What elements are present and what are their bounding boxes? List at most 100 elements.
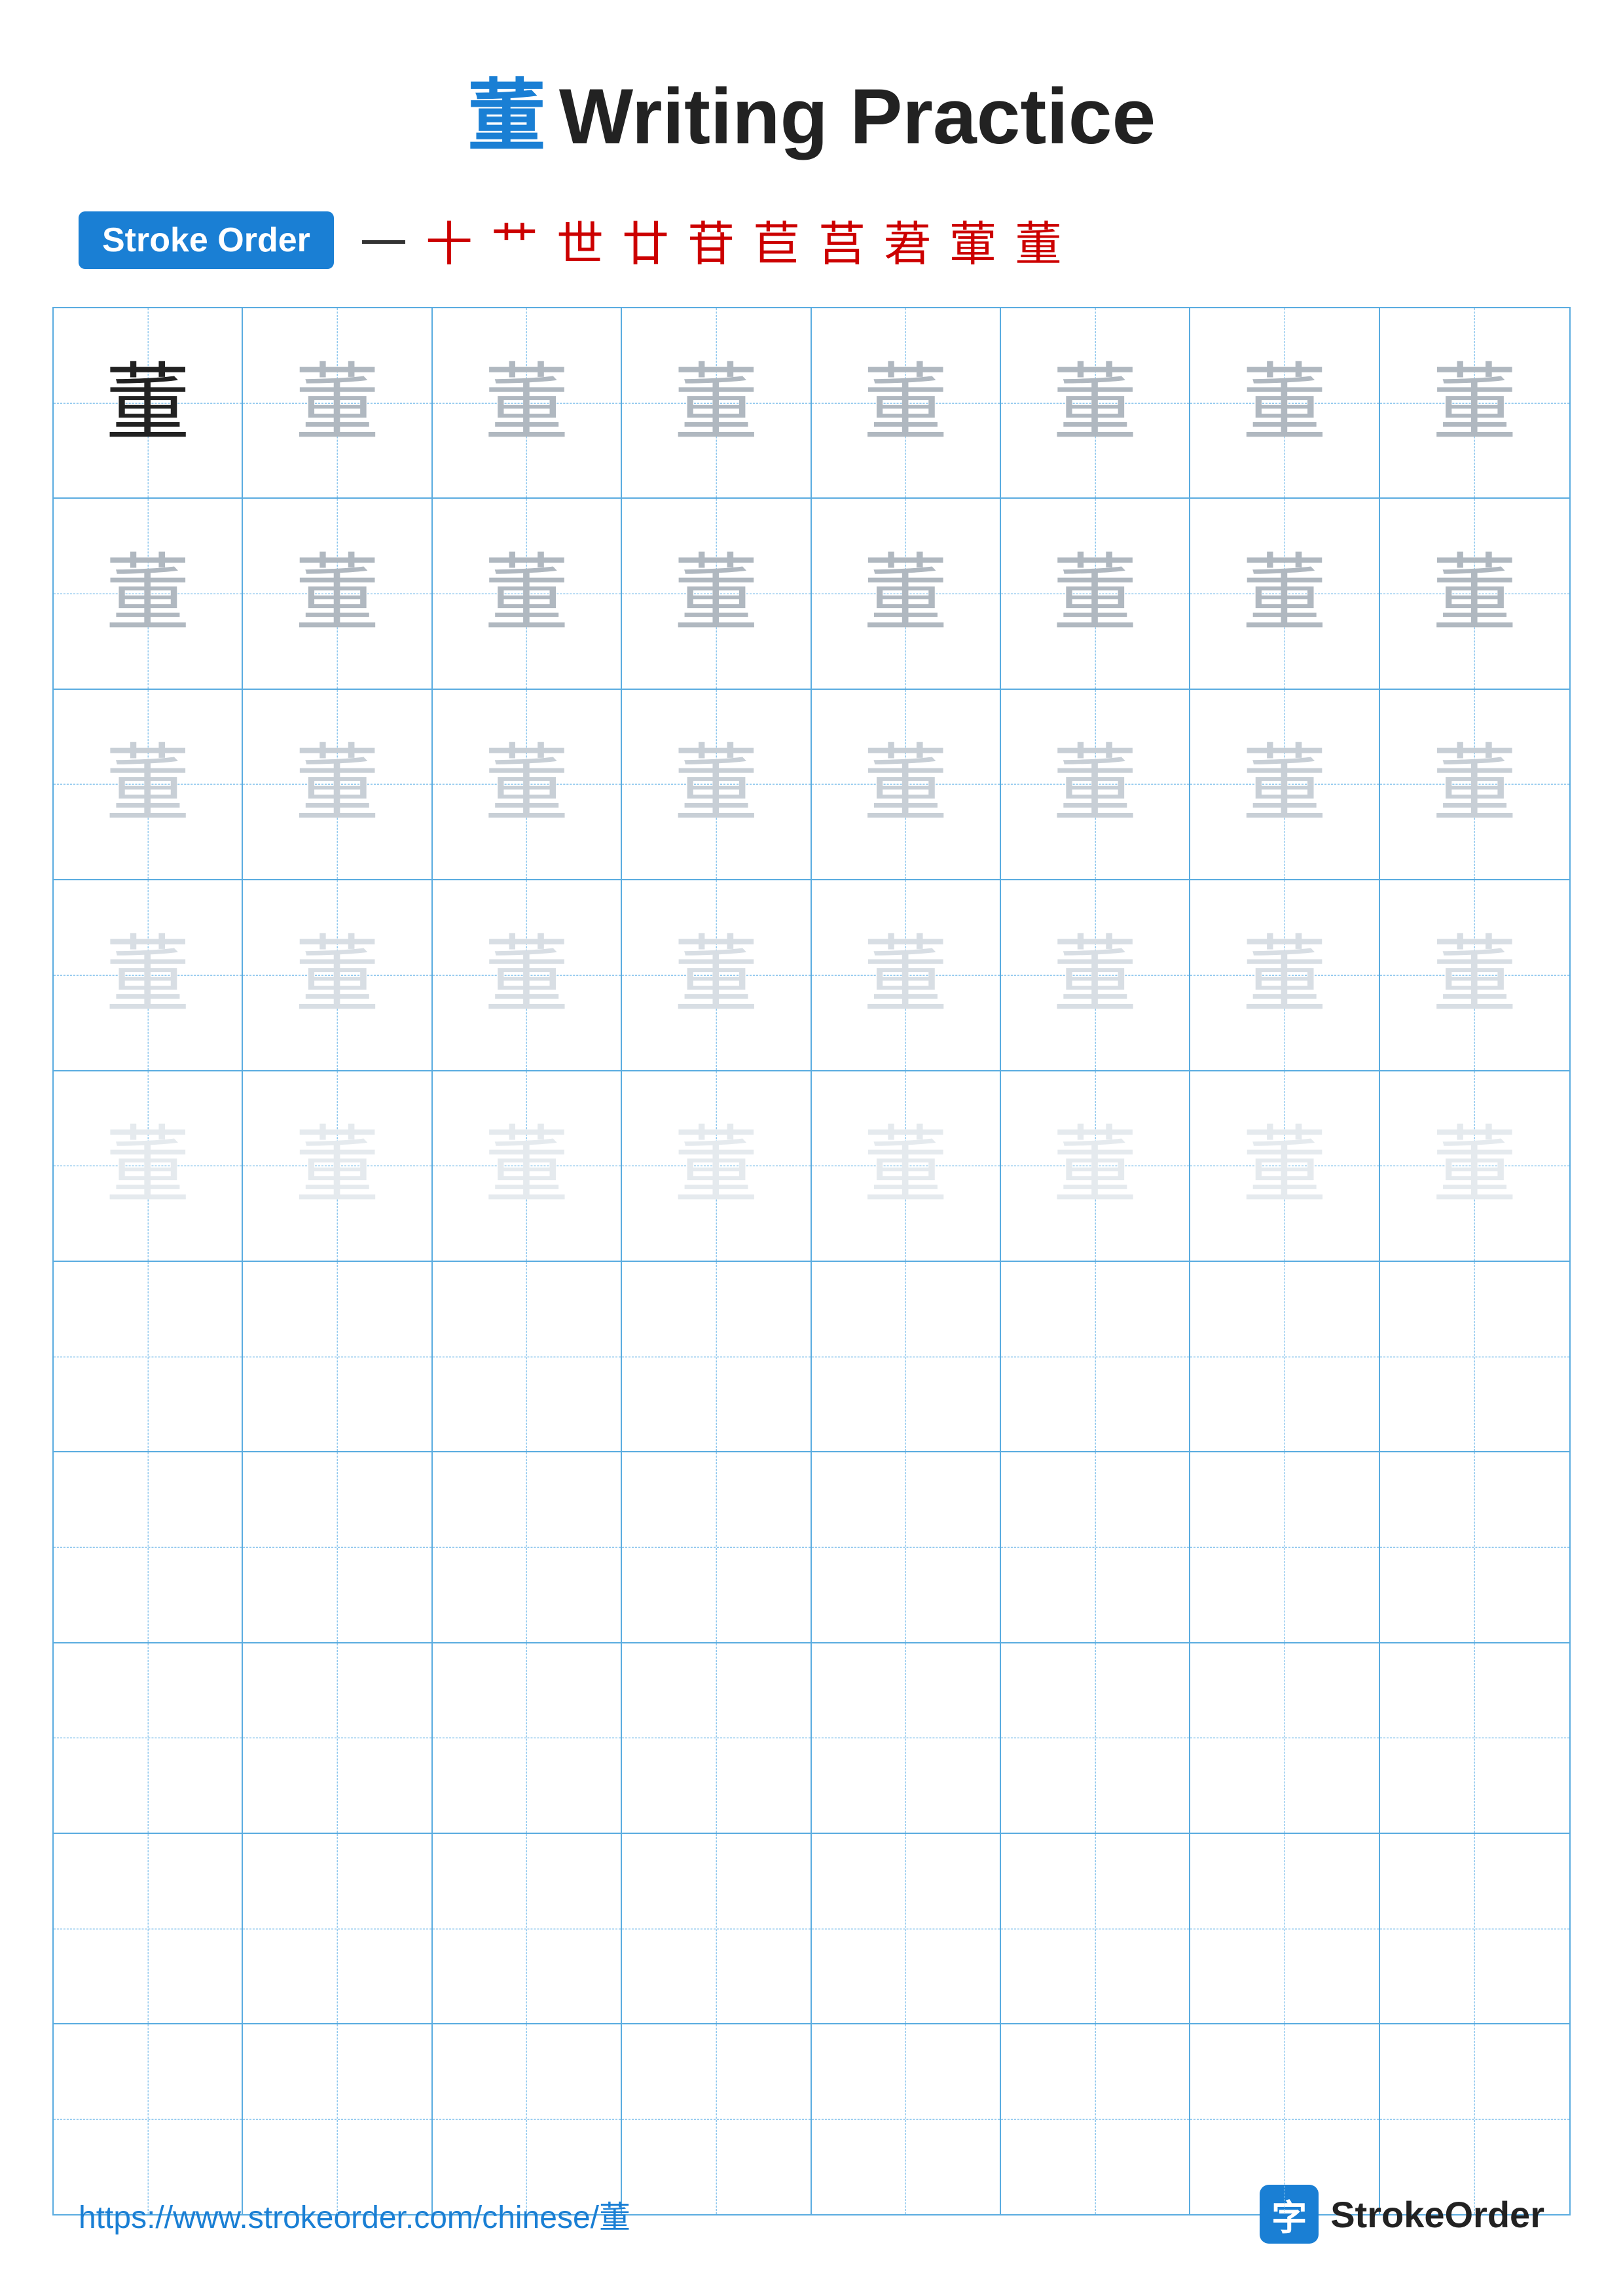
- grid-cell[interactable]: [812, 1262, 1001, 1451]
- grid-cell[interactable]: 董: [54, 308, 243, 497]
- stroke-order-badge: Stroke Order: [79, 211, 334, 269]
- grid-cell[interactable]: [1380, 1262, 1569, 1451]
- grid-cell[interactable]: [1190, 1452, 1379, 1641]
- grid-cell[interactable]: 董: [433, 690, 622, 879]
- practice-char: 董: [1053, 551, 1138, 636]
- grid-cell[interactable]: 董: [812, 1071, 1001, 1261]
- practice-char: 董: [1242, 1123, 1327, 1208]
- grid-cell[interactable]: [243, 1834, 432, 2023]
- practice-char: 董: [484, 551, 569, 636]
- grid-cell[interactable]: 董: [1001, 690, 1190, 879]
- grid-cell[interactable]: 董: [1380, 499, 1569, 688]
- grid-cell[interactable]: [243, 1643, 432, 1833]
- practice-char: 董: [863, 933, 948, 1018]
- grid-cell[interactable]: 董: [622, 499, 811, 688]
- grid-cell[interactable]: 董: [1380, 1071, 1569, 1261]
- grid-cell[interactable]: 董: [1001, 499, 1190, 688]
- stroke-10: 葷: [949, 206, 996, 274]
- footer: https://www.strokeorder.com/chinese/董 字 …: [0, 2185, 1623, 2244]
- grid-cell[interactable]: 董: [243, 1071, 432, 1261]
- stroke-5: 廿: [622, 206, 669, 274]
- grid-cell[interactable]: 董: [433, 1071, 622, 1261]
- grid-cell[interactable]: [243, 1452, 432, 1641]
- grid-cell[interactable]: [1380, 1452, 1569, 1641]
- grid-cell[interactable]: [622, 1262, 811, 1451]
- practice-char: 董: [674, 1123, 759, 1208]
- grid-cell[interactable]: [54, 1834, 243, 2023]
- practice-char: 董: [863, 742, 948, 827]
- stroke-6: 苷: [687, 206, 735, 274]
- practice-char: 董: [1432, 1123, 1517, 1208]
- grid-cell[interactable]: 董: [812, 308, 1001, 497]
- grid-cell[interactable]: 董: [1380, 308, 1569, 497]
- grid-cell[interactable]: 董: [54, 880, 243, 1069]
- grid-cell[interactable]: [812, 1643, 1001, 1833]
- grid-cell[interactable]: 董: [54, 499, 243, 688]
- grid-cell[interactable]: [54, 1262, 243, 1451]
- grid-row: 董 董 董 董 董 董 董 董: [54, 880, 1569, 1071]
- grid-cell[interactable]: [243, 1262, 432, 1451]
- grid-cell[interactable]: 董: [1190, 880, 1379, 1069]
- grid-cell[interactable]: [433, 1262, 622, 1451]
- grid-cell[interactable]: [433, 1643, 622, 1833]
- grid-cell[interactable]: 董: [622, 1071, 811, 1261]
- grid-cell[interactable]: 董: [243, 880, 432, 1069]
- grid-cell[interactable]: 董: [433, 308, 622, 497]
- grid-cell[interactable]: 董: [1190, 308, 1379, 497]
- grid-row: 董 董 董 董 董 董 董 董: [54, 499, 1569, 689]
- grid-cell[interactable]: 董: [243, 690, 432, 879]
- grid-cell[interactable]: [1001, 1452, 1190, 1641]
- grid-cell[interactable]: [1380, 1643, 1569, 1833]
- grid-cell[interactable]: 董: [1001, 880, 1190, 1069]
- grid-cell[interactable]: 董: [1190, 499, 1379, 688]
- practice-char: 董: [1432, 551, 1517, 636]
- grid-cell[interactable]: 董: [812, 880, 1001, 1069]
- practice-char: 董: [105, 933, 191, 1018]
- grid-cell[interactable]: 董: [54, 690, 243, 879]
- brand-char: 字: [1271, 2189, 1307, 2240]
- grid-cell[interactable]: 董: [433, 880, 622, 1069]
- grid-cell[interactable]: [1001, 1834, 1190, 2023]
- grid-cell[interactable]: 董: [54, 1071, 243, 1261]
- grid-cell[interactable]: 董: [622, 690, 811, 879]
- grid-cell[interactable]: 董: [243, 308, 432, 497]
- practice-char: 董: [674, 933, 759, 1018]
- practice-char: 董: [674, 742, 759, 827]
- grid-row: 董 董 董 董 董 董 董 董: [54, 308, 1569, 499]
- grid-cell[interactable]: [1190, 1262, 1379, 1451]
- grid-cell[interactable]: 董: [433, 499, 622, 688]
- grid-cell[interactable]: 董: [622, 308, 811, 497]
- grid-cell[interactable]: [54, 1643, 243, 1833]
- grid-cell[interactable]: 董: [1190, 1071, 1379, 1261]
- grid-cell[interactable]: 董: [812, 690, 1001, 879]
- grid-cell[interactable]: [1380, 1834, 1569, 2023]
- practice-char: 董: [863, 1123, 948, 1208]
- grid-cell[interactable]: 董: [622, 880, 811, 1069]
- grid-cell[interactable]: 董: [243, 499, 432, 688]
- grid-cell[interactable]: [812, 1452, 1001, 1641]
- grid-cell[interactable]: [1190, 1834, 1379, 2023]
- grid-cell[interactable]: [622, 1452, 811, 1641]
- title-char: 董: [467, 73, 546, 160]
- grid-cell[interactable]: [1001, 1643, 1190, 1833]
- grid-cell[interactable]: 董: [1001, 308, 1190, 497]
- grid-cell[interactable]: [433, 1834, 622, 2023]
- grid-cell[interactable]: 董: [812, 499, 1001, 688]
- grid-cell[interactable]: [812, 1834, 1001, 2023]
- grid-row: [54, 1643, 1569, 1834]
- grid-cell[interactable]: 董: [1190, 690, 1379, 879]
- grid-cell[interactable]: [1190, 1643, 1379, 1833]
- practice-char: 董: [105, 361, 191, 446]
- grid-cell[interactable]: 董: [1380, 690, 1569, 879]
- stroke-3: 艹: [491, 206, 538, 274]
- grid-cell[interactable]: [622, 1643, 811, 1833]
- grid-cell[interactable]: 董: [1380, 880, 1569, 1069]
- practice-char: 董: [484, 1123, 569, 1208]
- grid-cell[interactable]: [622, 1834, 811, 2023]
- grid-cell[interactable]: 董: [1001, 1071, 1190, 1261]
- grid-cell[interactable]: [1001, 1262, 1190, 1451]
- practice-char: 董: [105, 1123, 191, 1208]
- grid-cell[interactable]: [433, 1452, 622, 1641]
- practice-char: 董: [1053, 1123, 1138, 1208]
- grid-cell[interactable]: [54, 1452, 243, 1641]
